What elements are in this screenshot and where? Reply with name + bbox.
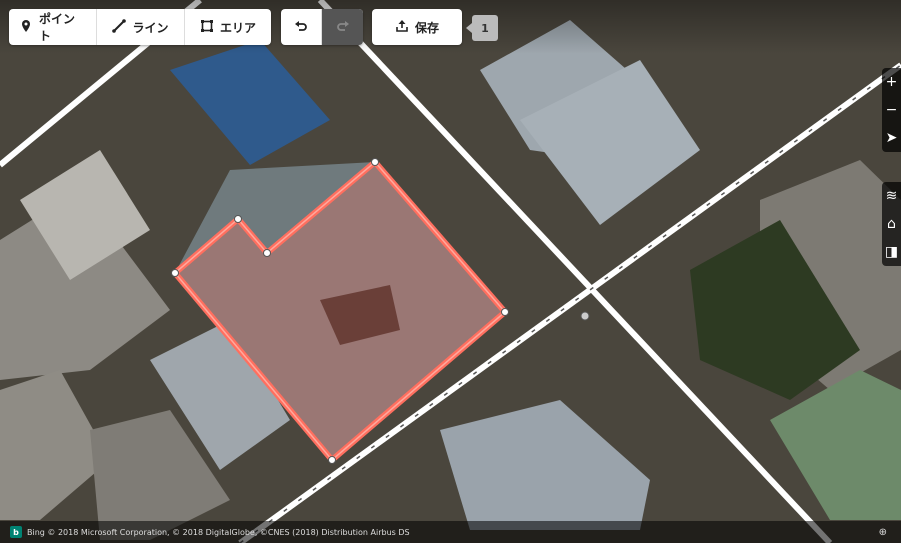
map-data-icon[interactable]: ⌂ — [882, 210, 901, 238]
add-area-label: エリア — [219, 20, 256, 35]
add-feature-group: ポイント ライン エリア — [9, 9, 271, 45]
undo-button[interactable] — [281, 9, 322, 45]
bing-logo-icon: b — [10, 526, 22, 538]
redo-icon — [336, 19, 350, 36]
undo-icon — [294, 19, 308, 36]
add-line-label: ライン — [132, 20, 169, 35]
zoom-out-icon[interactable]: − — [882, 96, 901, 124]
globe-icon: ⊕ — [878, 526, 887, 538]
footer-bar: b Bing © 2018 Microsoft Corporation, © 2… — [0, 521, 901, 543]
locate-icon[interactable]: ➤ — [882, 124, 901, 152]
upload-icon — [395, 19, 409, 36]
line-icon — [112, 18, 127, 36]
history-group — [281, 9, 363, 45]
zoom-in-icon[interactable]: + — [882, 68, 901, 96]
area-icon — [200, 19, 214, 36]
map-pin-icon — [19, 19, 33, 36]
imagery-attribution[interactable]: Bing © 2018 Microsoft Corporation, © 201… — [27, 528, 410, 537]
map-canvas[interactable] — [0, 0, 901, 543]
issues-icon[interactable]: ◨ — [882, 238, 901, 266]
edit-count-badge: 1 — [466, 15, 498, 41]
layers-icon[interactable]: ≋ — [882, 182, 901, 210]
save-label: 保存 — [414, 20, 439, 35]
save-group: 保存 — [372, 9, 462, 45]
redo-button[interactable] — [322, 9, 363, 45]
save-button[interactable]: 保存 — [372, 9, 462, 45]
add-line-button[interactable]: ライン — [97, 9, 185, 45]
panel-controls: ≋ ⌂ ◨ — [882, 182, 901, 266]
add-area-button[interactable]: エリア — [185, 9, 271, 45]
add-point-button[interactable]: ポイント — [9, 9, 97, 45]
add-point-label: ポイント — [39, 12, 76, 43]
map-controls: + − ➤ — [882, 68, 901, 152]
